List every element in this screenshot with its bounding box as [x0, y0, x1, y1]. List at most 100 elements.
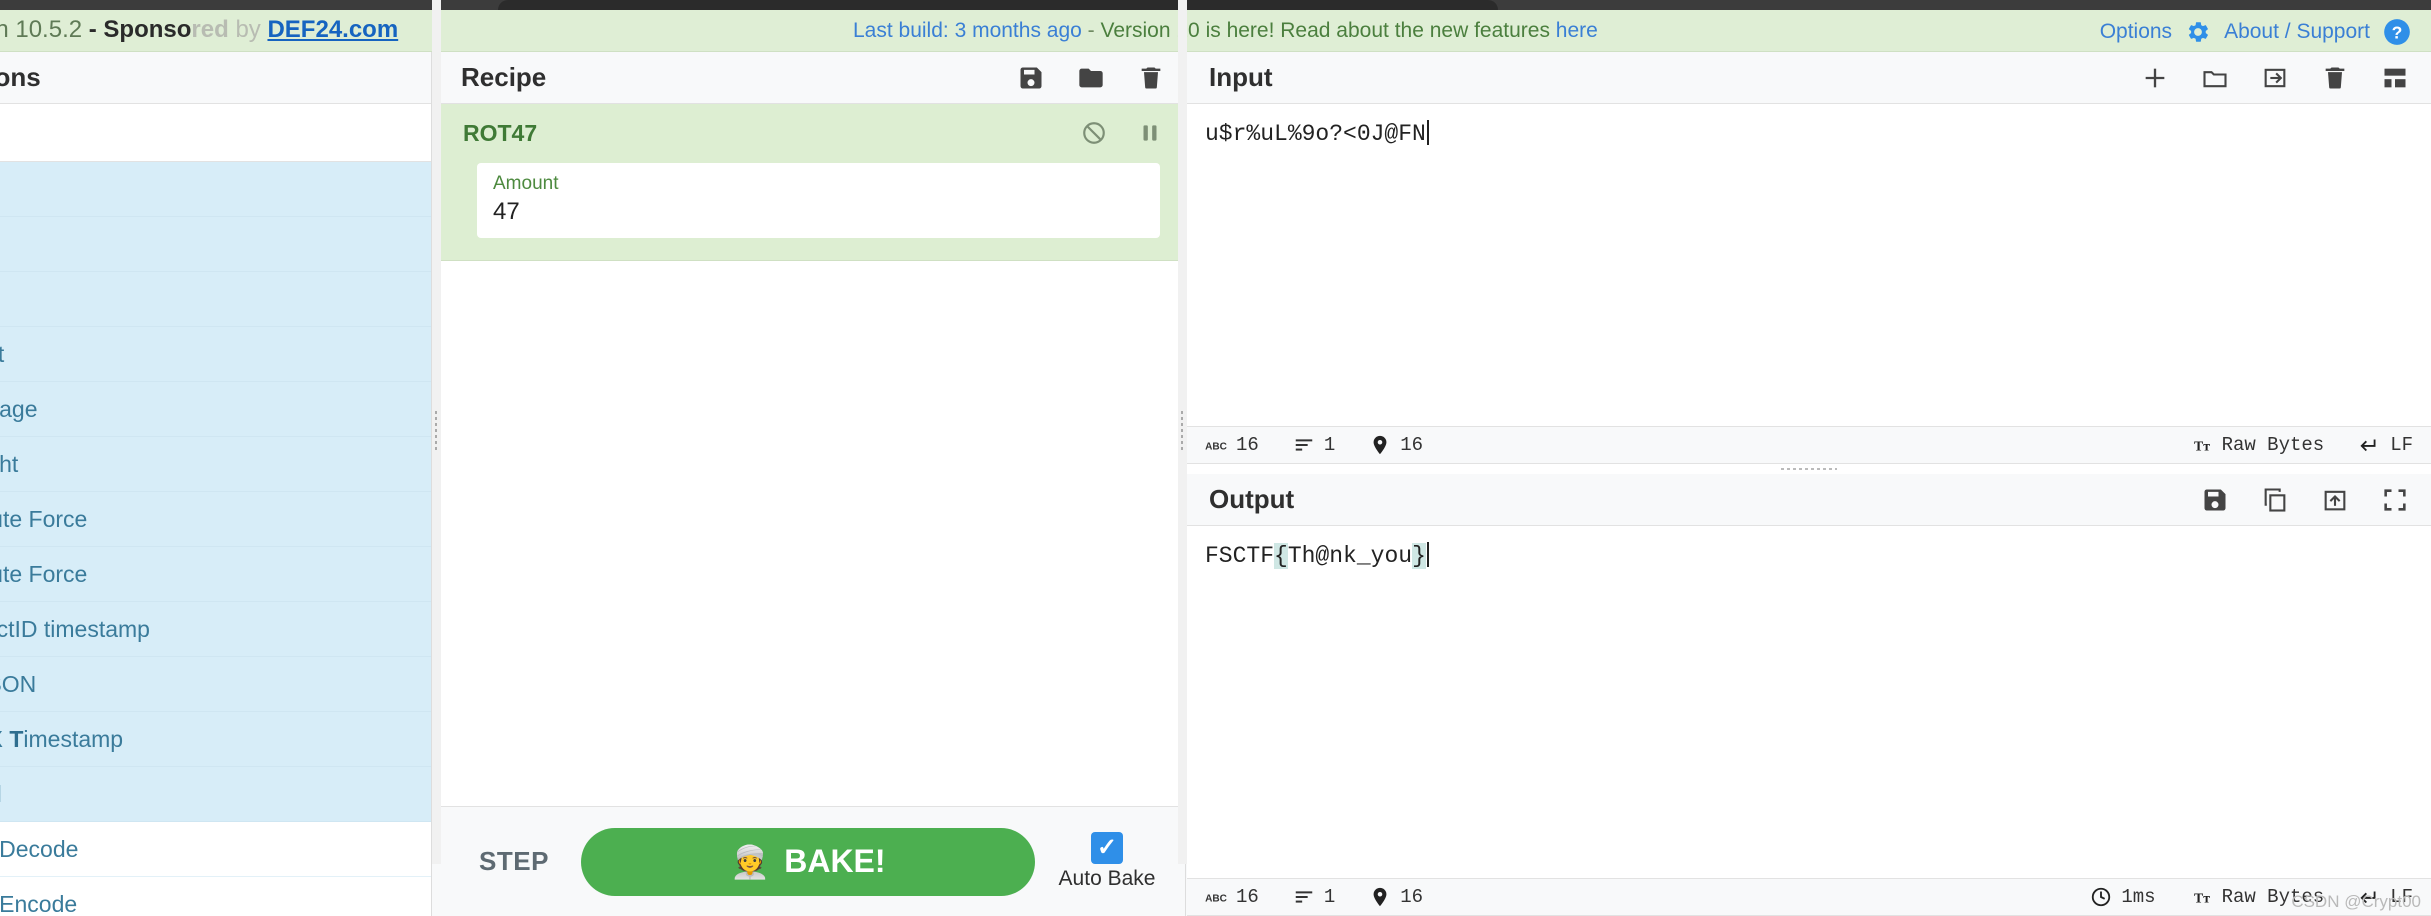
operation-list-item[interactable]: obuf Decode [0, 822, 431, 877]
operation-list-item[interactable]: 7 [0, 217, 431, 272]
abc-icon: ABC [1205, 442, 1227, 453]
add-input-tab-icon[interactable] [2141, 64, 2169, 92]
io-splitter[interactable] [1187, 464, 2431, 474]
top-banner: on 10.5.2 - Sponsored by DEF24.com Last … [0, 10, 2431, 52]
operation-list-item[interactable]: Octal [0, 767, 431, 822]
operations-title: rations [0, 62, 41, 92]
copy-output-icon[interactable] [2261, 486, 2289, 514]
input-length-value: 16 [1236, 434, 1259, 456]
clear-input-icon[interactable] [2321, 64, 2349, 92]
output-length-value: 16 [1236, 886, 1259, 908]
recipe-pane: Recipe ROT47 Amount 47 STEP 👳 BAKE! ✓ Au… [441, 52, 1186, 916]
save-recipe-icon[interactable] [1017, 64, 1045, 92]
input-position-value: 16 [1400, 434, 1424, 456]
svg-text:Tт: Tт [2194, 891, 2210, 906]
bake-button[interactable]: 👳 BAKE! [580, 827, 1035, 896]
io-column: Input u$r%uL%9o?<0J@FN ABC 16 1 16 Tт Ra… [1187, 52, 2431, 916]
reset-pane-layout-icon[interactable] [2381, 64, 2409, 92]
input-encoding-value: Raw Bytes [2221, 434, 2325, 456]
input-toolbar [2141, 64, 2409, 92]
output-lines-value: 1 [1323, 886, 1336, 908]
output-bake-time-group: 1ms [2090, 886, 2156, 908]
about-support-button[interactable]: About / Support [2224, 20, 2370, 44]
input-encoding-group[interactable]: Tт Raw Bytes [2191, 434, 2325, 456]
output-bracket-open: { [1274, 543, 1288, 569]
abc-icon: ABC [1205, 894, 1227, 905]
load-recipe-icon[interactable] [1077, 64, 1105, 92]
banner-actions: Options About / Support ? [2100, 18, 2411, 46]
save-output-icon[interactable] [2201, 486, 2229, 514]
operation-list-item[interactable]: ObjectID timestamp [0, 602, 431, 657]
recipe-title: Recipe [461, 62, 547, 92]
input-lines-group: 1 [1293, 434, 1335, 456]
svg-text:ABC: ABC [1205, 442, 1227, 453]
input-line-ending-group[interactable]: LF [2359, 434, 2413, 456]
input-pane: Input u$r%uL%9o?<0J@FN ABC 16 1 16 Tт Ra… [1187, 52, 2431, 474]
banner-center-dash: - [1081, 19, 1101, 42]
banner-version: on 10.5.2 [0, 16, 83, 43]
gear-icon[interactable] [2185, 19, 2211, 45]
sidebar-resize-handle[interactable] [432, 0, 441, 864]
banner-sponsor-text: on 10.5.2 - Sponsored by DEF24.com [0, 16, 398, 44]
input-textarea[interactable]: u$r%uL%9o?<0J@FN [1187, 104, 2431, 426]
operation-list-item[interactable]: te left [0, 327, 431, 382]
output-header: Output [1187, 474, 2431, 526]
operation-list-item[interactable]: 7 Brute Force [0, 547, 431, 602]
banner-sponsored-label: Sponso [103, 16, 192, 43]
input-value: u$r%uL%9o?<0J@FN [1205, 121, 1426, 147]
auto-bake-label: Auto Bake [1058, 867, 1156, 890]
input-header: Input [1187, 52, 2431, 104]
output-bracket-close: } [1412, 543, 1426, 569]
clear-recipe-icon[interactable] [1137, 64, 1165, 92]
recipe-header: Recipe [441, 52, 1185, 104]
operation-list-item[interactable]: 3 [0, 162, 431, 217]
input-status-right: Tт Raw Bytes LF [2165, 434, 2413, 456]
output-textarea[interactable]: FSCTF{Th@nk_you} [1187, 526, 2431, 878]
replace-input-icon[interactable] [2321, 486, 2349, 514]
pause-breakpoint-icon[interactable] [1137, 120, 1163, 146]
character-encoding-icon: Tт [2194, 439, 2210, 454]
operation-list-item[interactable]: UNIX Timestamp [0, 712, 431, 767]
operation-list-item[interactable]: te right [0, 437, 431, 492]
recipe-argument-amount[interactable]: Amount [477, 163, 1160, 238]
operation-list-item[interactable]: 8000 [0, 272, 431, 327]
banner-dash: - [82, 16, 104, 43]
maximise-output-icon[interactable] [2381, 486, 2409, 514]
banner-build-info: Last build: 3 months ago - Version 10 is… [853, 19, 1598, 43]
chef-emoji: 👳 [730, 843, 771, 880]
output-position-value: 16 [1400, 886, 1424, 908]
argument-label: Amount [493, 173, 559, 194]
operation-list-item[interactable]: 3 Brute Force [0, 492, 431, 547]
last-build-link[interactable]: Last build: 3 months ago [853, 19, 1082, 42]
recipe-operation-rot47[interactable]: ROT47 Amount [441, 104, 1185, 261]
open-folder-icon[interactable] [2201, 64, 2229, 92]
input-caret [1426, 120, 1429, 145]
recipe-operation-name: ROT47 [463, 120, 538, 146]
operations-sidebar: rations 3 7 8000 te left te Image te rig… [0, 52, 432, 916]
open-file-icon[interactable] [2261, 64, 2289, 92]
recipe-operations-list[interactable]: ROT47 Amount [441, 104, 1185, 806]
output-position-group: 16 [1369, 886, 1423, 908]
operation-list-item[interactable]: te Image [0, 382, 431, 437]
browser-tab-nub [498, 0, 1498, 10]
operation-list-item[interactable]: obuf Encode [0, 877, 431, 916]
options-button[interactable]: Options [2100, 20, 2172, 44]
recipe-toolbar [1017, 64, 1165, 92]
auto-bake-checkbox[interactable]: ✓ [1091, 832, 1123, 864]
argument-input[interactable] [493, 198, 1144, 226]
question-circle-icon[interactable]: ? [2383, 18, 2411, 46]
input-lines-value: 1 [1323, 434, 1336, 456]
output-toolbar [2201, 486, 2409, 514]
disable-icon[interactable] [1081, 120, 1107, 146]
output-value-body: Th@nk_you [1287, 543, 1413, 569]
lines-icon [1295, 439, 1313, 451]
operations-search-area[interactable] [0, 104, 431, 162]
output-title: Output [1209, 484, 1295, 514]
auto-bake-toggle[interactable]: ✓ Auto Bake [1053, 832, 1161, 891]
banner-sponsor-link[interactable]: DEF24.com [267, 16, 398, 43]
new-features-link[interactable]: here [1556, 19, 1598, 42]
operation-list-item[interactable]: to JSON [0, 657, 431, 712]
step-button[interactable]: STEP [465, 846, 563, 877]
input-length-group: ABC 16 [1205, 434, 1259, 456]
recipe-resize-handle[interactable] [1178, 0, 1187, 864]
